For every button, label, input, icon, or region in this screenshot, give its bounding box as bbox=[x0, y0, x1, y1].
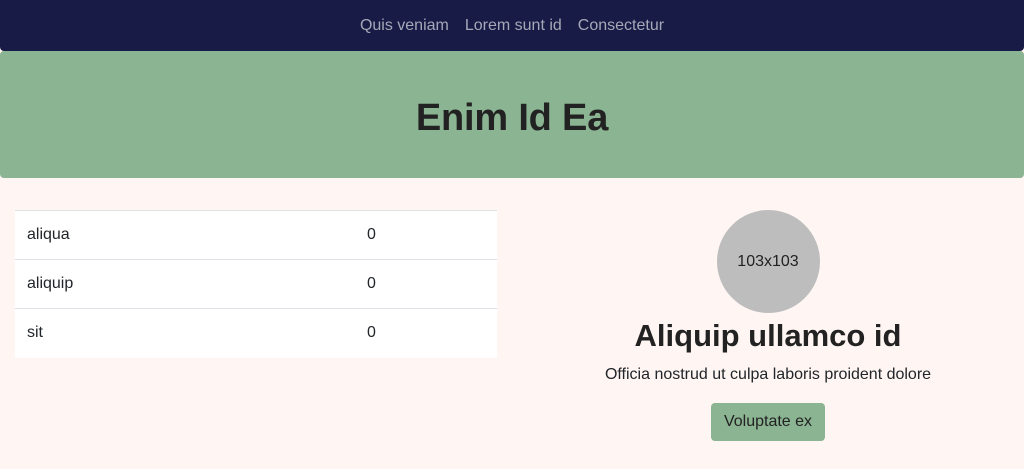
avatar-placeholder-text: 103x103 bbox=[737, 252, 799, 270]
hero-banner: Enim Id Ea bbox=[0, 51, 1024, 178]
table-cell-value: 0 bbox=[355, 308, 497, 358]
avatar: 103x103 bbox=[716, 210, 820, 313]
voluptate-ex-button[interactable]: Voluptate ex bbox=[710, 403, 826, 441]
nav-link-consectetur[interactable]: Consectetur bbox=[570, 0, 672, 51]
table-cell-name: sit bbox=[15, 308, 355, 358]
table-cell-name: aliquip bbox=[15, 259, 355, 309]
profile-title: Aliquip ullamco id bbox=[634, 318, 902, 353]
table-row: aliqua 0 bbox=[15, 210, 497, 260]
profile-description: Officia nostrud ut culpa laboris proiden… bbox=[604, 366, 932, 383]
table-cell-value: 0 bbox=[355, 259, 497, 309]
table-row: sit 0 bbox=[15, 308, 497, 358]
table-cell-name: aliqua bbox=[15, 210, 355, 260]
table-cell-value: 0 bbox=[355, 210, 497, 260]
profile-card: 103x103 Aliquip ullamco id Officia nostr… bbox=[512, 210, 1024, 441]
top-navbar: Quis veniam Lorem sunt id Consectetur bbox=[0, 0, 1024, 51]
nav-link-quis-veniam[interactable]: Quis veniam bbox=[352, 0, 457, 51]
data-table: aliqua 0 aliquip 0 sit 0 bbox=[15, 210, 497, 358]
page-title: Enim Id Ea bbox=[415, 97, 609, 139]
nav-link-lorem-sunt-id[interactable]: Lorem sunt id bbox=[457, 0, 570, 51]
table-row: aliquip 0 bbox=[15, 259, 497, 309]
